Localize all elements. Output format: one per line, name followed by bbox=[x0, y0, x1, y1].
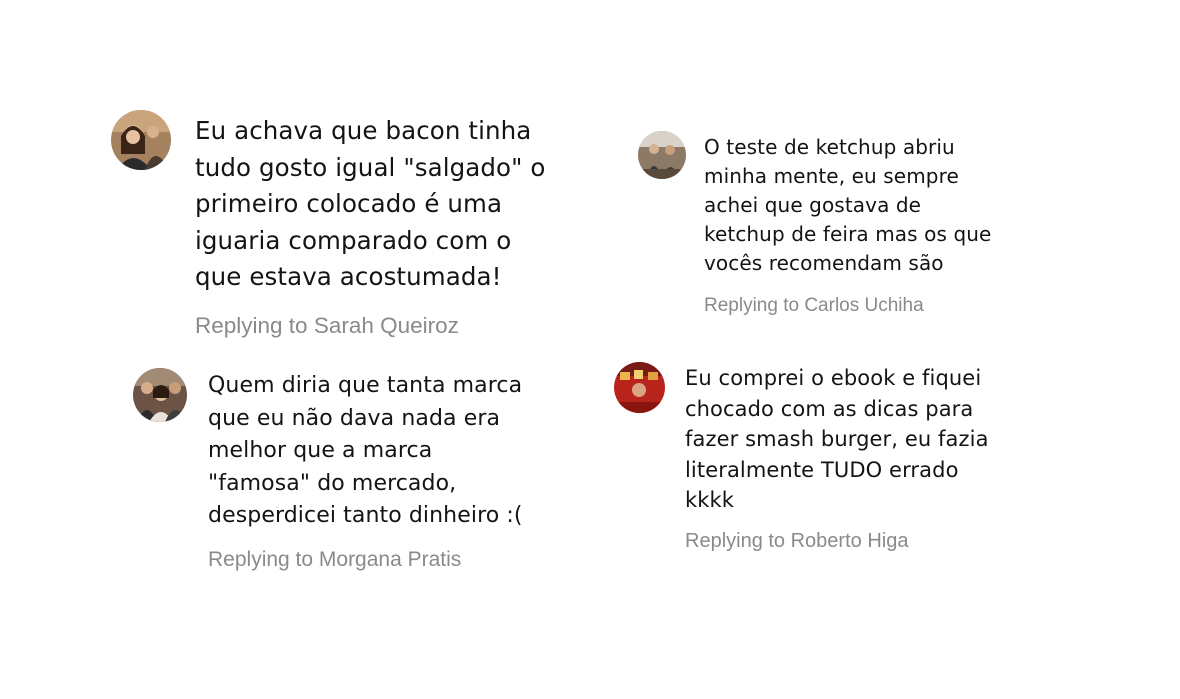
user-photo-icon bbox=[614, 362, 665, 413]
comment-card: Quem diria que tanta marca que eu não da… bbox=[133, 368, 588, 572]
comment-text: Eu comprei o ebook e fiquei chocado com … bbox=[685, 366, 989, 512]
comment-text: Quem diria que tanta marca que eu não da… bbox=[208, 373, 523, 528]
comment-card: Eu achava que bacon tinha tudo gosto igu… bbox=[111, 110, 595, 339]
reply-to-label[interactable]: Replying to Sarah Queiroz bbox=[195, 313, 595, 339]
avatar[interactable] bbox=[133, 368, 187, 422]
user-photo-icon bbox=[638, 131, 686, 179]
reply-to-label[interactable]: Replying to Roberto Higa bbox=[685, 530, 1035, 553]
avatar[interactable] bbox=[638, 131, 686, 179]
reply-to-label[interactable]: Replying to Morgana Pratis bbox=[208, 548, 588, 572]
comment-card: Eu comprei o ebook e fiquei chocado com … bbox=[614, 362, 1035, 553]
comments-collage: Eu achava que bacon tinha tudo gosto igu… bbox=[0, 0, 1180, 699]
avatar[interactable] bbox=[614, 362, 665, 413]
reply-to-label[interactable]: Replying to Carlos Uchiha bbox=[704, 295, 1034, 317]
avatar[interactable] bbox=[111, 110, 171, 170]
comment-card: O teste de ketchup abriu minha mente, eu… bbox=[638, 131, 1034, 317]
user-photo-icon bbox=[133, 368, 187, 422]
comment-text: O teste de ketchup abriu minha mente, eu… bbox=[704, 135, 992, 275]
user-photo-icon bbox=[111, 110, 171, 170]
comment-text: Eu achava que bacon tinha tudo gosto igu… bbox=[195, 116, 546, 291]
